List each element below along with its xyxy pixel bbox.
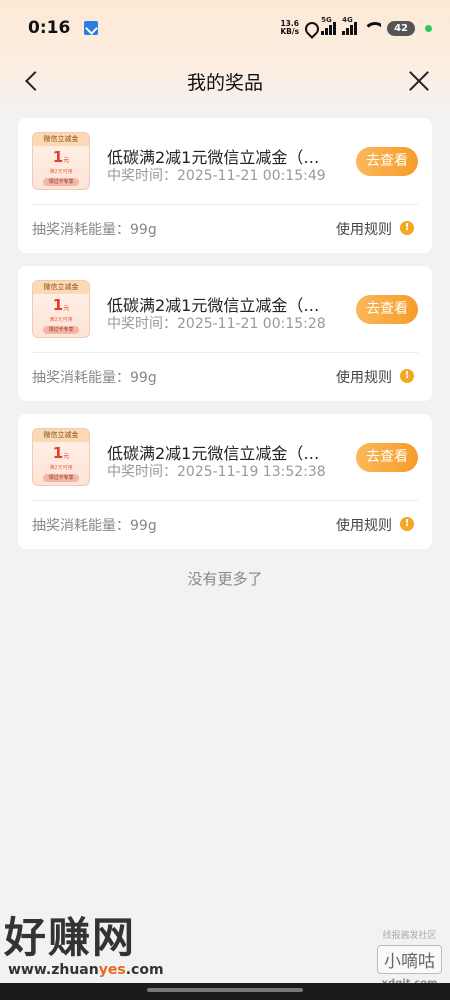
coupon-tag: 领过卡专享 (43, 474, 79, 482)
energy-value: 99g (130, 518, 157, 534)
prize-time-value: 2025-11-21 00:15:28 (177, 316, 326, 332)
page: 0:16 13.6 KB/s 5G 4G 42 我的奖品 微信立减金 1元 满2… (0, 0, 450, 1000)
prize-time-value: 2025-11-21 00:15:49 (177, 168, 326, 184)
prize-time: 中奖时间：2025-11-21 00:15:28 (107, 313, 326, 333)
status-bar: 0:16 13.6 KB/s 5G 4G 42 (0, 0, 450, 56)
network-speed-unit: KB/s (280, 27, 300, 36)
home-indicator[interactable] (147, 988, 303, 992)
usage-rules-link[interactable]: 使用规则 (336, 367, 392, 387)
close-icon[interactable] (408, 70, 430, 92)
watermark-url-suffix: .com (125, 962, 164, 978)
energy-label: 抽奖消耗能量： (32, 222, 130, 238)
page-title: 我的奖品 (186, 71, 263, 94)
prize-time-label: 中奖时间： (107, 464, 177, 480)
network-speed: 13.6 KB/s (280, 20, 299, 36)
prize-time: 中奖时间：2025-11-21 00:15:49 (107, 165, 326, 185)
coupon-condition: 满2元可用 (49, 465, 73, 471)
usage-rules-link[interactable]: 使用规则 (336, 515, 392, 535)
info-icon[interactable]: ! (400, 369, 414, 383)
watermark-url-part: www.zhuan (8, 962, 99, 978)
coupon-amount: 1元 (33, 445, 89, 465)
energy-cost: 抽奖消耗能量：99g (32, 367, 157, 387)
energy-label: 抽奖消耗能量： (32, 370, 130, 386)
prize-card-main[interactable]: 微信立减金 1元 满2元可用 领过卡专享 低碳满2减1元微信立减金（… 中奖时间… (18, 118, 432, 204)
view-button[interactable]: 去查看 (356, 147, 418, 176)
energy-cost: 抽奖消耗能量：99g (32, 219, 157, 239)
status-time: 0:16 (28, 18, 71, 38)
prize-time-value: 2025-11-19 13:52:38 (177, 464, 326, 480)
info-icon[interactable]: ! (400, 221, 414, 235)
nav-bar: 我的奖品 (0, 56, 450, 106)
watermark-box: 小嘀咕 (377, 945, 442, 974)
coupon-thumbnail: 微信立减金 1元 满2元可用 领过卡专享 (32, 132, 90, 190)
wifi-icon (363, 22, 382, 34)
watermark-left: 好赚网 www.zhuanyes.com (4, 913, 164, 979)
prize-card: 微信立减金 1元 满2元可用 领过卡专享 低碳满2减1元微信立减金（… 中奖时间… (18, 414, 432, 549)
view-button[interactable]: 去查看 (356, 443, 418, 472)
notification-app-icon (84, 21, 99, 35)
coupon-unit: 元 (63, 453, 70, 460)
energy-value: 99g (130, 222, 157, 238)
prize-card: 微信立减金 1元 满2元可用 领过卡专享 低碳满2减1元微信立减金（… 中奖时间… (18, 118, 432, 253)
prize-time-label: 中奖时间： (107, 316, 177, 332)
prize-time: 中奖时间：2025-11-19 13:52:38 (107, 461, 326, 481)
divider (32, 352, 418, 353)
divider (32, 500, 418, 501)
coupon-amount-value: 1 (52, 444, 64, 462)
coupon-unit: 元 (63, 305, 70, 312)
signal-5g-icon: 5G (321, 16, 337, 35)
signal-5g-label: 5G (321, 16, 332, 24)
coupon-amount-value: 1 (52, 296, 64, 314)
watermark-right: 线报酱发社区 小嘀咕 xdgit.com (377, 928, 442, 989)
energy-cost: 抽奖消耗能量：99g (32, 515, 157, 535)
coupon-amount: 1元 (33, 149, 89, 169)
prize-time-label: 中奖时间： (107, 168, 177, 184)
energy-label: 抽奖消耗能量： (32, 518, 130, 534)
prize-card-main[interactable]: 微信立减金 1元 满2元可用 领过卡专享 低碳满2减1元微信立减金（… 中奖时间… (18, 414, 432, 500)
coupon-thumbnail: 微信立减金 1元 满2元可用 领过卡专享 (32, 280, 90, 338)
battery-indicator: 42 (387, 20, 415, 36)
watermark-url: www.zhuanyes.com (8, 962, 164, 978)
coupon-tag: 领过卡专享 (43, 178, 79, 186)
watermark-brand: 好赚网 (4, 913, 137, 962)
status-indicators: 13.6 KB/s 5G 4G 42 (280, 16, 432, 36)
coupon-tag: 领过卡专享 (43, 326, 79, 334)
no-more-text: 没有更多了 (187, 570, 263, 588)
divider (32, 204, 418, 205)
coupon-unit: 元 (63, 157, 70, 164)
usage-rules-link[interactable]: 使用规则 (336, 219, 392, 239)
view-button[interactable]: 去查看 (356, 295, 418, 324)
coupon-amount: 1元 (33, 297, 89, 317)
coupon-condition: 满2元可用 (49, 317, 73, 323)
coupon-amount-value: 1 (52, 148, 64, 166)
prize-card-main[interactable]: 微信立减金 1元 满2元可用 领过卡专享 低碳满2减1元微信立减金（… 中奖时间… (18, 266, 432, 352)
watermark-small-text: 线报酱发社区 (382, 931, 437, 941)
coupon-thumbnail: 微信立减金 1元 满2元可用 领过卡专享 (32, 428, 90, 486)
back-arrow-icon[interactable] (22, 71, 42, 91)
coupon-head: 微信立减金 (33, 133, 89, 146)
privacy-indicator-dot (425, 24, 432, 32)
location-icon (305, 22, 315, 35)
prize-card: 微信立减金 1元 满2元可用 领过卡专享 低碳满2减1元微信立减金（… 中奖时间… (18, 266, 432, 401)
signal-4g-label: 4G (342, 16, 353, 24)
coupon-head: 微信立减金 (33, 429, 89, 442)
watermark-url-accent: yes (98, 962, 126, 978)
coupon-condition: 满2元可用 (49, 169, 73, 175)
info-icon[interactable]: ! (400, 517, 414, 531)
coupon-head: 微信立减金 (33, 281, 89, 294)
signal-4g-icon: 4G (342, 16, 358, 35)
energy-value: 99g (130, 370, 157, 386)
